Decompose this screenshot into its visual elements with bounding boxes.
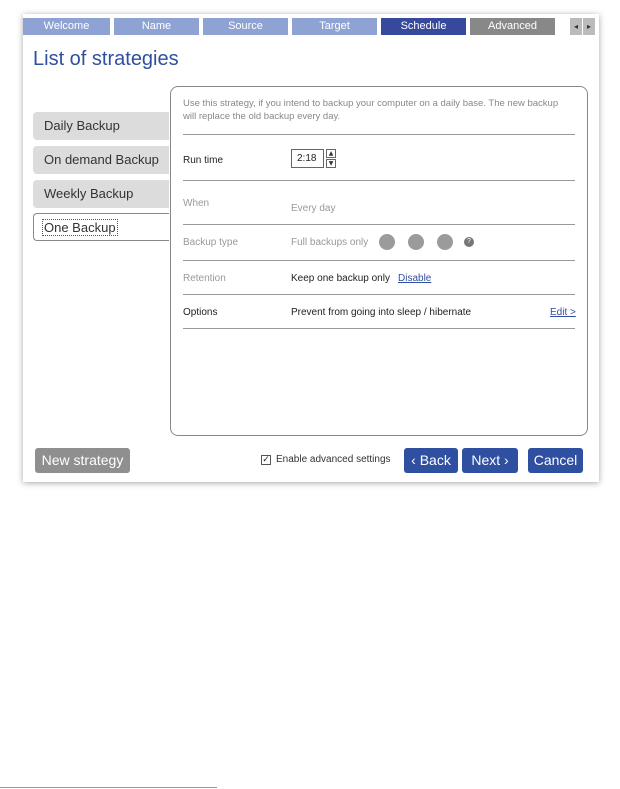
divider xyxy=(183,260,575,261)
enable-advanced-checkbox[interactable]: ✓ xyxy=(261,455,271,465)
back-button[interactable]: ‹ Back xyxy=(404,448,458,473)
tab-name[interactable]: Name xyxy=(114,18,199,35)
page-title: List of strategies xyxy=(33,48,179,70)
divider xyxy=(183,134,575,135)
strategy-one-backup[interactable]: One Backup xyxy=(33,213,169,241)
tab-advanced-settings[interactable]: Advanced Settings xyxy=(470,18,555,49)
backup-type-option-2[interactable] xyxy=(408,234,424,250)
new-strategy-button[interactable]: New strategy xyxy=(35,448,130,473)
strategy-weekly-backup[interactable]: Weekly Backup xyxy=(33,180,169,208)
tab-target[interactable]: Target xyxy=(292,18,377,35)
next-button[interactable]: Next › xyxy=(462,448,518,473)
scroll-left-icon[interactable]: ◂ xyxy=(570,18,582,35)
retention-value: Keep one backup only xyxy=(291,273,390,284)
backup-type-option-3[interactable] xyxy=(437,234,453,250)
strategy-description: Use this strategy, if you intend to back… xyxy=(183,98,559,122)
backup-type-value: Full backups only xyxy=(291,237,369,248)
help-icon[interactable]: ? xyxy=(464,237,474,247)
tab-welcome[interactable]: Welcome xyxy=(23,18,110,35)
retention-label: Retention xyxy=(183,273,226,284)
retention-disable-link[interactable]: Disable xyxy=(398,273,431,284)
stepper-down-icon[interactable]: ▼ xyxy=(326,159,336,168)
options-edit-link[interactable]: Edit > xyxy=(550,307,576,318)
footnote-rule xyxy=(0,787,217,788)
run-time-value[interactable]: 2:18 xyxy=(291,149,324,168)
when-value: Every day xyxy=(291,203,336,214)
options-value: Prevent from going into sleep / hibernat… xyxy=(291,307,472,318)
divider xyxy=(183,180,575,181)
stepper-up-icon[interactable]: ▲ xyxy=(326,149,336,158)
run-time-label: Run time xyxy=(183,155,224,166)
backup-type-label: Backup type xyxy=(183,237,239,248)
cancel-button[interactable]: Cancel xyxy=(528,448,583,473)
when-label: When xyxy=(183,198,210,209)
divider xyxy=(183,328,575,329)
backup-type-option-1[interactable] xyxy=(379,234,395,250)
strategy-details-panel: Use this strategy, if you intend to back… xyxy=(170,86,588,436)
strategy-on-demand-backup[interactable]: On demand Backup xyxy=(33,146,169,174)
wizard-window: Welcome Name Source Target Schedule Adva… xyxy=(23,14,599,482)
options-label: Options xyxy=(183,307,218,318)
strategy-daily-backup[interactable]: Daily Backup xyxy=(33,112,169,140)
enable-advanced-label: Enable advanced settings xyxy=(276,454,391,465)
scroll-right-icon[interactable]: ▸ xyxy=(583,18,595,35)
wizard-tabs: Welcome Name Source Target Schedule Adva… xyxy=(23,18,599,49)
strategy-one-backup-label: One Backup xyxy=(42,219,118,236)
tab-source[interactable]: Source xyxy=(203,18,288,35)
divider xyxy=(183,294,575,295)
divider xyxy=(183,224,575,225)
tab-schedule[interactable]: Schedule xyxy=(381,18,466,35)
run-time-stepper[interactable]: 2:18 ▲ ▼ xyxy=(291,149,337,168)
